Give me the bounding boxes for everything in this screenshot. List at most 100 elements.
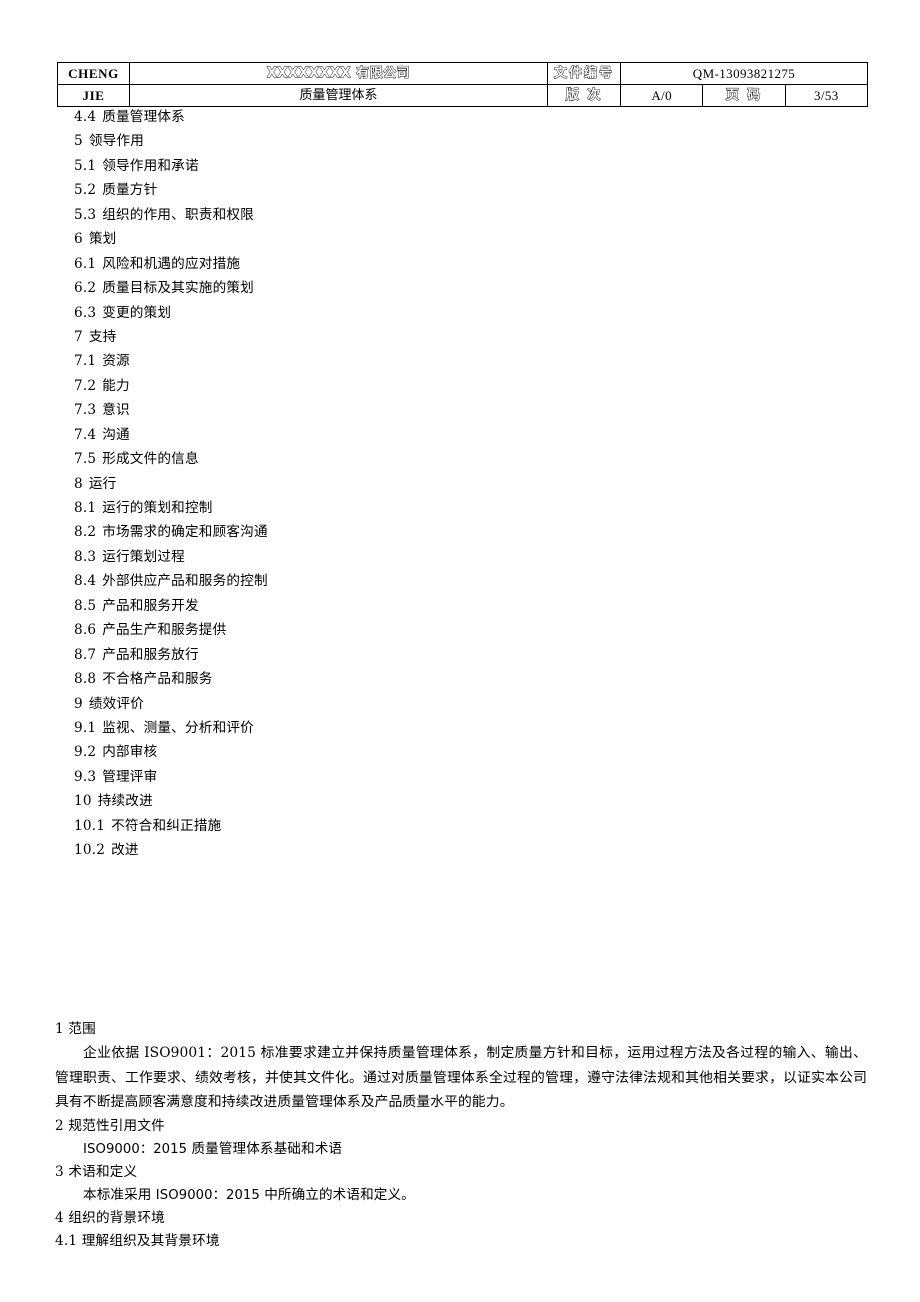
- toc-entry[interactable]: 10 持续改进: [74, 789, 674, 813]
- toc-entry-number: 7.2: [74, 377, 97, 394]
- toc-entry-number: 5.1: [74, 157, 97, 174]
- toc-entry[interactable]: 5.1 领导作用和承诺: [74, 154, 674, 178]
- toc-entry[interactable]: 6 策划: [74, 227, 674, 251]
- toc-entry[interactable]: 6.2 质量目标及其实施的策划: [74, 276, 674, 300]
- toc-entry-title: 运行: [88, 475, 117, 492]
- toc-entry[interactable]: 7.1 资源: [74, 349, 674, 373]
- toc-entry-title: 运行策划过程: [102, 548, 185, 565]
- company-name-cell: XXXXXXXX 有限公司: [129, 62, 548, 85]
- toc-entry-number: 6.1: [74, 255, 97, 272]
- brand-name-line1: CHENG: [57, 62, 130, 85]
- toc-entry[interactable]: 9 绩效评价: [74, 692, 674, 716]
- toc-entry-title: 组织的作用、职责和权限: [102, 206, 254, 223]
- toc-entry-title: 市场需求的确定和顾客沟通: [102, 524, 268, 541]
- toc-entry[interactable]: 9.2 内部审核: [74, 740, 674, 764]
- toc-entry-number: 7.5: [74, 451, 97, 468]
- toc-entry-title: 管理评审: [102, 768, 158, 785]
- document-header-table: CHENG XXXXXXXX 有限公司 文件编号 QM-13093821275 …: [57, 62, 869, 107]
- toc-entry[interactable]: 9.3 管理评审: [74, 765, 674, 789]
- toc-entry-number: 8.7: [74, 646, 97, 663]
- toc-entry-title: 产品和服务放行: [102, 646, 199, 663]
- toc-entry-title: 外部供应产品和服务的控制: [102, 573, 268, 590]
- toc-entry[interactable]: 8.7 产品和服务放行: [74, 643, 674, 667]
- doc-number-label: 文件编号: [547, 62, 621, 85]
- toc-entry-title: 改进: [111, 842, 139, 859]
- toc-entry[interactable]: 8 运行: [74, 472, 674, 496]
- document-body: 1 范围 企业依据 ISO9001：2015 标准要求建立并保持质量管理体系，制…: [55, 1018, 867, 1253]
- toc-entry[interactable]: 6.3 变更的策划: [74, 301, 674, 325]
- toc-entry-title: 领导作用和承诺: [102, 157, 199, 174]
- toc-entry[interactable]: 5.2 质量方针: [74, 178, 674, 202]
- toc-entry-title: 不合格产品和服务: [102, 671, 213, 688]
- toc-entry[interactable]: 8.6 产品生产和服务提供: [74, 618, 674, 642]
- toc-entry-number: 8.3: [74, 548, 97, 565]
- toc-entry[interactable]: 5.3 组织的作用、职责和权限: [74, 203, 674, 227]
- toc-entry-number: 9.2: [74, 744, 97, 761]
- toc-entry-number: 9.1: [74, 719, 97, 736]
- toc-entry[interactable]: 10.1 不符合和纠正措施: [74, 814, 674, 838]
- header-row-top: CHENG XXXXXXXX 有限公司 文件编号 QM-13093821275: [57, 62, 868, 85]
- toc-entry[interactable]: 4.4 质量管理体系: [74, 105, 674, 129]
- toc-entry-number: 4.4: [74, 109, 97, 125]
- toc-entry-title: 沟通: [102, 426, 130, 443]
- toc-entry[interactable]: 9.1 监视、测量、分析和评价: [74, 716, 674, 740]
- toc-entry[interactable]: 8.5 产品和服务开发: [74, 594, 674, 618]
- toc-entry[interactable]: 8.3 运行策划过程: [74, 545, 674, 569]
- toc-entry[interactable]: 7 支持: [74, 325, 674, 349]
- section-3-ref-code: ISO9000：2015: [155, 1187, 260, 1203]
- toc-entry[interactable]: 10.2 改进: [74, 838, 674, 862]
- toc-entry-title: 产品和服务开发: [102, 597, 199, 614]
- toc-entry-number: 8.2: [74, 524, 97, 541]
- toc-entry-number: 7.3: [74, 402, 97, 419]
- toc-entry-number: 7: [74, 328, 83, 345]
- section-2-ref-title: 质量管理体系基础和术语: [191, 1140, 343, 1157]
- toc-entry-title: 质量目标及其实施的策划: [102, 280, 254, 297]
- toc-entry-number: 5: [74, 133, 83, 150]
- toc-entry-title: 变更的策划: [102, 304, 172, 321]
- toc-entry-title: 策划: [88, 231, 117, 248]
- toc-entry-number: 10: [74, 793, 92, 810]
- toc-entry-number: 10.2: [74, 842, 106, 859]
- toc-entry-number: 8.1: [74, 500, 97, 516]
- toc-entry[interactable]: 8.1 运行的策划和控制: [74, 496, 674, 520]
- toc-entry[interactable]: 7.2 能力: [74, 374, 674, 398]
- toc-entry-title: 能力: [102, 377, 130, 394]
- toc-entry-number: 7.4: [74, 426, 97, 443]
- toc-entry-title: 资源: [102, 353, 130, 370]
- section-1-paragraph: 企业依据 ISO9001：2015 标准要求建立并保持质量管理体系，制定质量方针…: [55, 1045, 867, 1111]
- toc-entry-title: 内部审核: [102, 744, 158, 761]
- toc-entry[interactable]: 7.5 形成文件的信息: [74, 447, 674, 471]
- toc-entry-title: 质量方针: [102, 182, 158, 199]
- section-2-reference: ISO9000：2015 质量管理体系基础和术语: [55, 1138, 867, 1161]
- toc-entry[interactable]: 7.3 意识: [74, 398, 674, 422]
- section-2-heading: 2 规范性引用文件: [55, 1117, 165, 1134]
- section-3-text-suffix: 中所确立的术语和定义。: [264, 1186, 415, 1203]
- toc-entry[interactable]: 8.4 外部供应产品和服务的控制: [74, 569, 674, 593]
- section-4-heading: 4 组织的背景环境: [55, 1209, 165, 1226]
- toc-entry-number: 8.5: [74, 597, 97, 614]
- toc-entry-number: 9: [74, 695, 83, 712]
- version-value: A/0: [619, 84, 704, 107]
- toc-entry-title: 支持: [88, 328, 117, 345]
- toc-entry[interactable]: 5 领导作用: [74, 129, 674, 153]
- toc-entry-title: 运行的策划和控制: [102, 500, 213, 516]
- toc-entry-number: 8.4: [74, 573, 97, 590]
- toc-entry[interactable]: 7.4 沟通: [74, 423, 674, 447]
- toc-entry[interactable]: 8.2 市场需求的确定和顾客沟通: [74, 520, 674, 544]
- toc-entry-title: 监视、测量、分析和评价: [102, 719, 254, 736]
- toc-entry-number: 10.1: [74, 817, 106, 834]
- toc-entry[interactable]: 6.1 风险和机遇的应对措施: [74, 252, 674, 276]
- table-of-contents: 4.4 质量管理体系 5 领导作用 5.1 领导作用和承诺 5.2 质量方针 5.3 组织的作用、…: [74, 105, 674, 863]
- toc-entry-title: 不符合和纠正措施: [111, 817, 222, 834]
- doc-number-value: QM-13093821275: [620, 62, 868, 85]
- section-2-ref-code: ISO9000：2015: [83, 1141, 188, 1157]
- toc-entry[interactable]: 8.8 不合格产品和服务: [74, 667, 674, 691]
- brand-name-line2: JIE: [57, 84, 130, 107]
- toc-entry-number: 8.6: [74, 622, 97, 639]
- toc-entry-title: 形成文件的信息: [102, 451, 199, 468]
- section-3-reference: 本标准采用 ISO9000：2015 中所确立的术语和定义。: [55, 1184, 867, 1207]
- toc-entry-title: 产品生产和服务提供: [102, 622, 227, 639]
- toc-entry-number: 5.3: [74, 206, 97, 223]
- toc-entry-number: 8.8: [74, 671, 97, 688]
- header-row-bottom: JIE 质量管理体系 版 次 A/0 页 码 3/53: [57, 84, 869, 107]
